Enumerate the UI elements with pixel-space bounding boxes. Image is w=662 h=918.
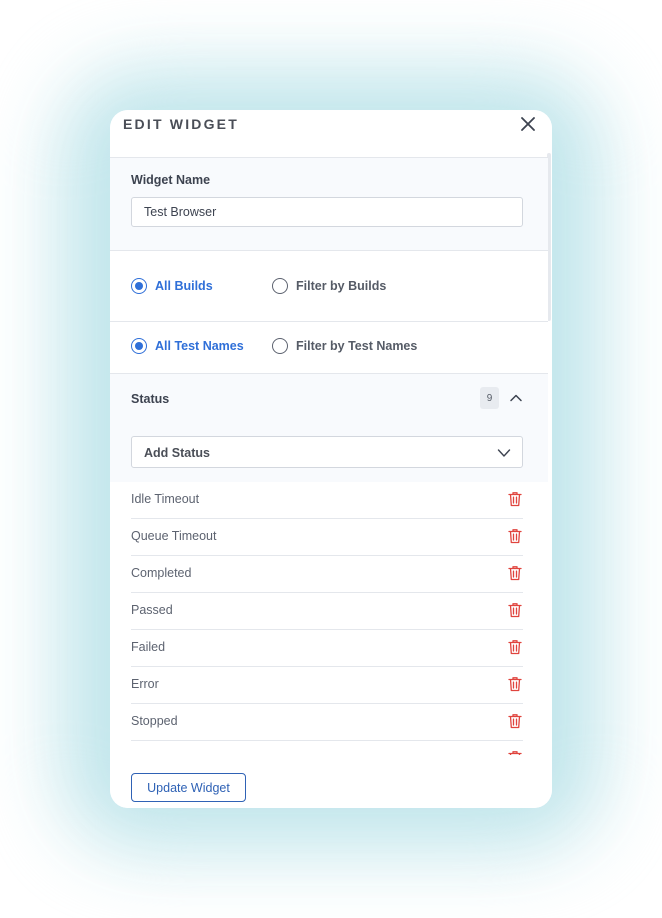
- radio-unselected-icon: [272, 338, 288, 354]
- all-builds-radio[interactable]: All Builds: [131, 278, 213, 294]
- radio-selected-icon: [131, 278, 147, 294]
- radio-selected-icon: [131, 338, 147, 354]
- dialog-header: EDIT WIDGET: [110, 110, 552, 157]
- radio-unselected-icon: [272, 278, 288, 294]
- status-list-item-partial: [131, 741, 523, 755]
- status-list: Idle Timeout Queue Timeout Completed Passed…: [131, 482, 523, 755]
- trash-icon[interactable]: [508, 528, 522, 544]
- status-list-item: Stopped: [131, 704, 523, 741]
- trash-icon[interactable]: [508, 602, 522, 618]
- status-section: Status 9 Add Status: [110, 374, 548, 482]
- trash-icon[interactable]: [508, 565, 522, 581]
- status-item-label: Error: [131, 677, 159, 691]
- status-list-item: Idle Timeout: [131, 482, 523, 519]
- filter-by-test-names-label: Filter by Test Names: [296, 339, 418, 353]
- status-item-label: Queue Timeout: [131, 529, 217, 543]
- filter-by-test-names-radio[interactable]: Filter by Test Names: [272, 338, 417, 354]
- add-status-select[interactable]: Add Status: [131, 436, 523, 468]
- trash-icon[interactable]: [508, 639, 522, 655]
- status-list-item: Queue Timeout: [131, 519, 523, 556]
- status-item-label: Passed: [131, 603, 173, 617]
- test-names-filter-row: All Test Names Filter by Test Names: [110, 322, 548, 374]
- filter-by-builds-radio[interactable]: Filter by Builds: [272, 278, 386, 294]
- filter-by-builds-label: Filter by Builds: [296, 279, 387, 293]
- update-widget-button[interactable]: Update Widget: [131, 773, 246, 802]
- all-test-names-radio[interactable]: All Test Names: [131, 338, 244, 354]
- status-item-label: Completed: [131, 566, 192, 580]
- status-label: Status: [131, 392, 170, 406]
- chevron-down-icon: [497, 449, 511, 457]
- trash-icon[interactable]: [508, 491, 522, 507]
- all-test-names-label: All Test Names: [155, 339, 244, 353]
- chevron-up-icon[interactable]: [509, 391, 523, 405]
- status-list-item: Error: [131, 667, 523, 704]
- widget-name-label: Widget Name: [131, 173, 211, 187]
- status-list-item: Completed: [131, 556, 523, 593]
- widget-name-input[interactable]: [131, 197, 523, 227]
- builds-filter-row: All Builds Filter by Builds: [110, 251, 548, 322]
- status-list-item: Passed: [131, 593, 523, 630]
- edit-widget-dialog: EDIT WIDGET Widget Name All Builds Filte…: [110, 110, 552, 808]
- add-status-placeholder: Add Status: [144, 446, 210, 460]
- status-count-badge: 9: [480, 387, 499, 409]
- status-item-label: Failed: [131, 640, 166, 654]
- trash-icon[interactable]: [508, 713, 522, 729]
- dialog-title: EDIT WIDGET: [123, 116, 239, 132]
- status-item-label: Idle Timeout: [131, 492, 200, 506]
- status-list-item: Failed: [131, 630, 523, 667]
- status-item-label: Stopped: [131, 714, 178, 728]
- trash-icon[interactable]: [508, 676, 522, 692]
- all-builds-label: All Builds: [155, 279, 213, 293]
- dialog-footer: Update Widget: [110, 755, 552, 808]
- close-icon[interactable]: [520, 116, 536, 132]
- widget-name-section: Widget Name: [110, 157, 548, 251]
